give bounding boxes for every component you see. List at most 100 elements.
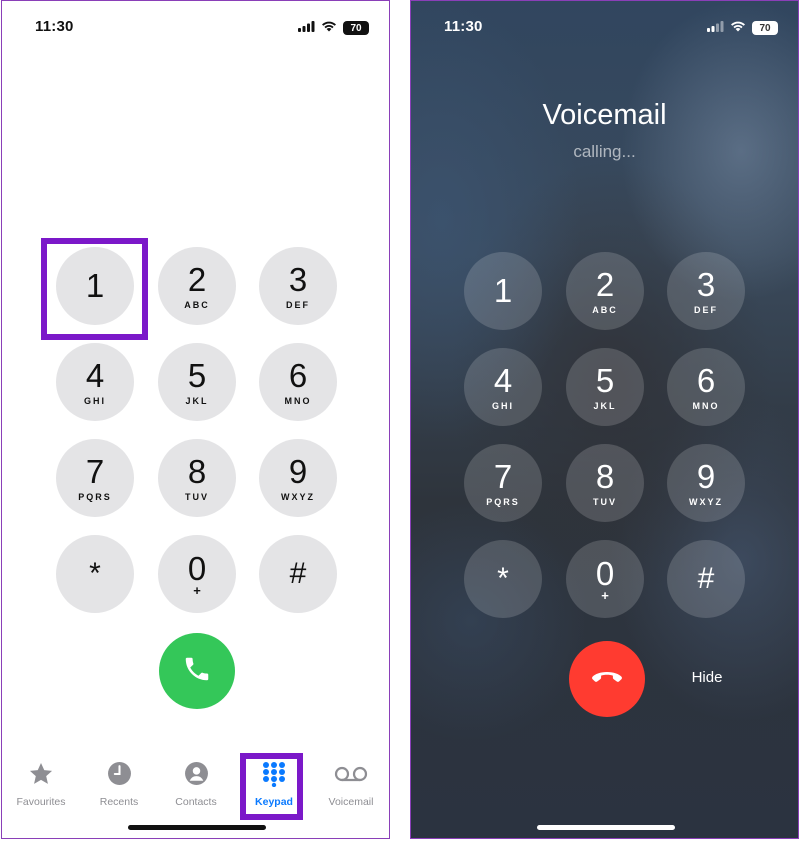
wifi-icon <box>321 19 337 37</box>
callee-name: Voicemail <box>542 99 667 131</box>
key-digit: 7 <box>85 452 105 490</box>
call-button[interactable] <box>159 633 235 709</box>
key-hash[interactable]: # <box>667 540 745 618</box>
key-5[interactable]: 5 JKL <box>566 348 644 426</box>
key-4[interactable]: 4 GHI <box>56 343 134 421</box>
key-digit: 1 <box>85 267 105 304</box>
key-1[interactable]: 1 <box>464 252 542 330</box>
star-icon <box>28 761 54 792</box>
end-call-button[interactable] <box>569 641 645 717</box>
tab-label: Recents <box>99 796 139 808</box>
key-letters: + <box>193 583 201 598</box>
key-6[interactable]: 6 MNO <box>667 348 745 426</box>
status-bar: 11:30 70 <box>2 1 389 51</box>
key-letters: GHI <box>491 400 514 411</box>
tab-label: Favourites <box>16 796 66 808</box>
key-digit: 6 <box>288 356 308 394</box>
signal-icon <box>707 19 724 37</box>
keypad-icon <box>260 761 288 792</box>
key-8[interactable]: 8 TUV <box>566 444 644 522</box>
calling-screen: 11:30 70 Voicemail calling... 1 2 ABC 3 DEF 4… <box>410 0 799 839</box>
phone-icon <box>182 654 212 689</box>
key-2[interactable]: 2 ABC <box>566 252 644 330</box>
key-3[interactable]: 3 DEF <box>667 252 745 330</box>
battery-indicator: 70 <box>343 21 369 35</box>
key-digit: 5 <box>187 356 207 394</box>
home-indicator <box>128 825 266 830</box>
key-letters: PQRS <box>486 496 520 507</box>
key-letters: GHI <box>83 395 106 406</box>
call-status: calling... <box>573 142 636 161</box>
key-digit: 9 <box>696 457 716 495</box>
key-9[interactable]: 9 WXYZ <box>667 444 745 522</box>
clock-icon <box>107 761 132 791</box>
key-digit: 4 <box>85 356 105 394</box>
key-2[interactable]: 2 ABC <box>158 247 236 325</box>
key-digit: 0 <box>595 555 615 592</box>
key-7[interactable]: 7 PQRS <box>56 439 134 517</box>
tab-bar: Favourites Recents Contacts Keypad Voice… <box>2 759 389 809</box>
wifi-icon <box>730 19 746 37</box>
person-icon <box>184 761 209 791</box>
tab-recents[interactable]: Recents <box>82 759 156 809</box>
key-digit: 5 <box>595 361 615 399</box>
key-digit: 1 <box>493 272 513 309</box>
key-digit: 2 <box>595 265 615 303</box>
keypad-screen: 11:30 70 1 2 ABC 3 DEF 4 GHI 5 JKL 6 MNO 7 PQRS 8 TUV 9… <box>1 0 390 839</box>
key-letters: MNO <box>284 395 312 406</box>
tab-favourites[interactable]: Favourites <box>4 759 78 809</box>
key-7[interactable]: 7 PQRS <box>464 444 542 522</box>
key-digit: 8 <box>595 457 615 495</box>
key-digit: # <box>289 557 307 590</box>
key-letters: TUV <box>185 491 209 502</box>
key-0[interactable]: 0 + <box>158 535 236 613</box>
hide-keypad-button[interactable]: Hide <box>679 669 735 686</box>
key-digit: 6 <box>696 361 716 399</box>
key-8[interactable]: 8 TUV <box>158 439 236 517</box>
status-time: 11:30 <box>35 18 74 35</box>
key-letters: DEF <box>286 299 310 310</box>
key-digit: # <box>697 562 715 595</box>
key-letters: WXYZ <box>281 491 315 502</box>
key-digit: * <box>89 557 101 590</box>
key-digit: 2 <box>187 260 207 298</box>
hang-up-icon <box>590 669 624 690</box>
key-digit: * <box>497 562 509 595</box>
voicemail-icon <box>334 766 368 787</box>
key-0[interactable]: 0 + <box>566 540 644 618</box>
key-letters: JKL <box>185 395 209 406</box>
tab-label: Contacts <box>175 796 217 808</box>
key-digit: 4 <box>493 361 513 399</box>
tab-voicemail[interactable]: Voicemail <box>314 759 388 809</box>
key-star[interactable]: * <box>56 535 134 613</box>
key-digit: 3 <box>288 260 308 298</box>
key-letters: JKL <box>593 400 617 411</box>
tab-label: Keypad <box>255 796 293 808</box>
key-6[interactable]: 6 MNO <box>259 343 337 421</box>
key-1[interactable]: 1 <box>56 247 134 325</box>
key-letters: ABC <box>592 304 618 315</box>
key-digit: 8 <box>187 452 207 490</box>
key-letters: TUV <box>593 496 617 507</box>
key-letters: PQRS <box>78 491 112 502</box>
key-letters: WXYZ <box>689 496 723 507</box>
key-letters: DEF <box>694 304 718 315</box>
signal-icon <box>298 19 315 37</box>
key-digit: 3 <box>696 265 716 303</box>
tab-contacts[interactable]: Contacts <box>159 759 233 809</box>
key-3[interactable]: 3 DEF <box>259 247 337 325</box>
home-indicator <box>537 825 675 830</box>
status-bar: 11:30 70 <box>411 1 798 51</box>
key-hash[interactable]: # <box>259 535 337 613</box>
tab-label: Voicemail <box>328 796 374 808</box>
status-time: 11:30 <box>444 18 483 35</box>
key-5[interactable]: 5 JKL <box>158 343 236 421</box>
key-star[interactable]: * <box>464 540 542 618</box>
tab-keypad[interactable]: Keypad <box>237 759 311 809</box>
key-digit: 9 <box>288 452 308 490</box>
key-letters: ABC <box>184 299 210 310</box>
key-9[interactable]: 9 WXYZ <box>259 439 337 517</box>
key-digit: 7 <box>493 457 513 495</box>
key-4[interactable]: 4 GHI <box>464 348 542 426</box>
key-letters: + <box>601 588 609 603</box>
